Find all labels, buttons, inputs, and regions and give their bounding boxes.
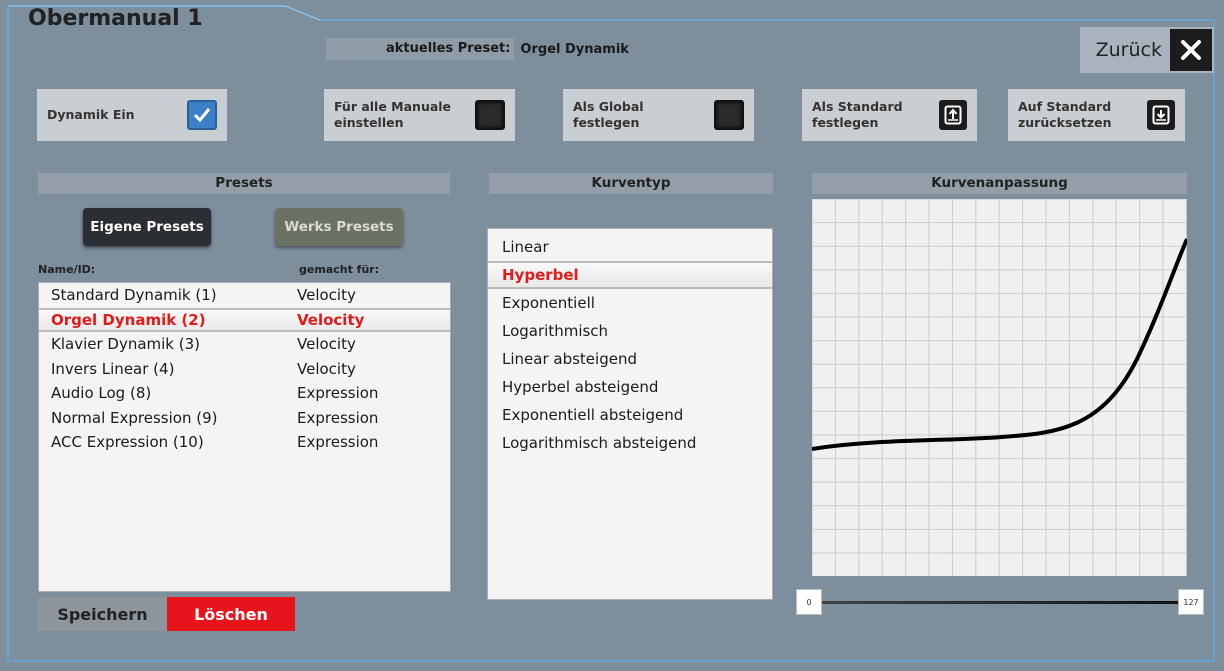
curve-type-list[interactable]: Linear Hyperbel Exponentiell Logarithmisch L…: [487, 228, 773, 600]
preset-row[interactable]: Invers Linear (4) Velocity: [39, 357, 450, 382]
curve-type-item[interactable]: Hyperbel: [488, 261, 772, 289]
back-button-label: Zurück: [1095, 39, 1162, 61]
save-button[interactable]: Speichern: [38, 597, 167, 631]
preset-name: Standard Dynamik (1): [51, 286, 217, 305]
preset-made-for: Velocity: [297, 335, 356, 354]
preset-row[interactable]: Klavier Dynamik (3) Velocity: [39, 332, 450, 357]
all-manuals-line2: einstellen: [334, 115, 404, 130]
curve-type-item[interactable]: Logarithmisch absteigend: [488, 429, 772, 457]
preset-row[interactable]: Orgel Dynamik (2) Velocity: [39, 307, 450, 332]
preset-rows: Standard Dynamik (1) Velocity Orgel Dynami…: [39, 283, 450, 455]
preset-row[interactable]: ACC Expression (10) Expression: [39, 430, 450, 455]
checkmark-icon: [193, 108, 211, 123]
preset-row[interactable]: Normal Expression (9) Expression: [39, 406, 450, 431]
preset-name: Orgel Dynamik (2): [51, 310, 206, 329]
preset-made-for: Expression: [297, 384, 379, 403]
set-standard-line2: festlegen: [812, 115, 879, 130]
preset-name: Normal Expression (9): [51, 408, 218, 427]
reset-standard-button[interactable]: Auf Standard zurücksetzen: [1008, 89, 1185, 141]
set-standard-button[interactable]: Als Standard festlegen: [802, 89, 977, 141]
curve-range-slider[interactable]: 0 127: [796, 588, 1206, 616]
preset-name: ACC Expression (10): [51, 433, 204, 452]
close-icon: [1170, 29, 1212, 71]
upload-icon: [939, 100, 967, 130]
preset-made-for: Velocity: [297, 359, 356, 378]
slider-track: [806, 601, 1196, 604]
reset-standard-line1: Auf Standard: [1018, 99, 1112, 114]
column-name-header: Name/ID:: [38, 263, 96, 276]
curve-graph[interactable]: [811, 198, 1189, 576]
curve-type-item[interactable]: Exponentiell: [488, 289, 772, 317]
global-toggle[interactable]: Als Global festlegen: [563, 89, 754, 141]
slider-min-handle[interactable]: 0: [796, 589, 822, 615]
current-preset-value: Orgel Dynamik: [520, 41, 629, 57]
preset-made-for: Expression: [297, 433, 379, 452]
slider-max-handle[interactable]: 127: [1178, 589, 1204, 615]
curve-type-rows: Linear Hyperbel Exponentiell Logarithmisch L…: [488, 233, 772, 457]
preset-made-for: Velocity: [297, 286, 356, 305]
current-preset-label: aktuelles Preset:: [326, 38, 515, 60]
factory-presets-button[interactable]: Werks Presets: [275, 208, 403, 246]
delete-button[interactable]: Löschen: [167, 597, 295, 631]
curve-adjust-heading: Kurvenanpassung: [812, 173, 1187, 194]
preset-made-for: Velocity: [297, 310, 365, 329]
preset-row[interactable]: Standard Dynamik (1) Velocity: [39, 283, 450, 308]
curve-graph-svg: [811, 198, 1189, 576]
curve-type-item[interactable]: Linear absteigend: [488, 345, 772, 373]
global-line2: festlegen: [573, 115, 640, 130]
preset-made-for: Expression: [297, 408, 379, 427]
global-checkbox[interactable]: [714, 100, 744, 130]
dynamics-label: Dynamik Ein: [47, 107, 135, 122]
all-manuals-toggle[interactable]: Für alle Manuale einstellen: [324, 89, 515, 141]
preset-name: Audio Log (8): [51, 384, 152, 403]
dynamics-toggle[interactable]: Dynamik Ein: [37, 89, 227, 141]
preset-name: Klavier Dynamik (3): [51, 335, 201, 354]
preset-list[interactable]: Standard Dynamik (1) Velocity Orgel Dynami…: [38, 282, 451, 592]
curve-type-item[interactable]: Logarithmisch: [488, 317, 772, 345]
window-title: Obermanual 1: [28, 6, 203, 31]
back-button[interactable]: Zurück: [1080, 27, 1214, 73]
preset-name: Invers Linear (4): [51, 359, 175, 378]
column-made-for-header: gemacht für:: [299, 263, 380, 276]
curve-type-heading: Kurventyp: [489, 173, 773, 194]
set-standard-line1: Als Standard: [812, 99, 903, 114]
own-presets-button[interactable]: Eigene Presets: [83, 208, 211, 246]
curve-type-item[interactable]: Linear: [488, 233, 772, 261]
current-preset: aktuelles Preset: Orgel Dynamik: [326, 38, 629, 60]
curve-type-item[interactable]: Hyperbel absteigend: [488, 373, 772, 401]
curve-type-item[interactable]: Exponentiell absteigend: [488, 401, 772, 429]
dynamics-checkbox[interactable]: [187, 100, 217, 130]
all-manuals-checkbox[interactable]: [475, 100, 505, 130]
reset-standard-line2: zurücksetzen: [1018, 115, 1112, 130]
download-icon: [1147, 100, 1175, 130]
preset-row[interactable]: Audio Log (8) Expression: [39, 381, 450, 406]
all-manuals-line1: Für alle Manuale: [334, 99, 452, 114]
global-line1: Als Global: [573, 99, 644, 114]
presets-heading: Presets: [38, 173, 450, 194]
